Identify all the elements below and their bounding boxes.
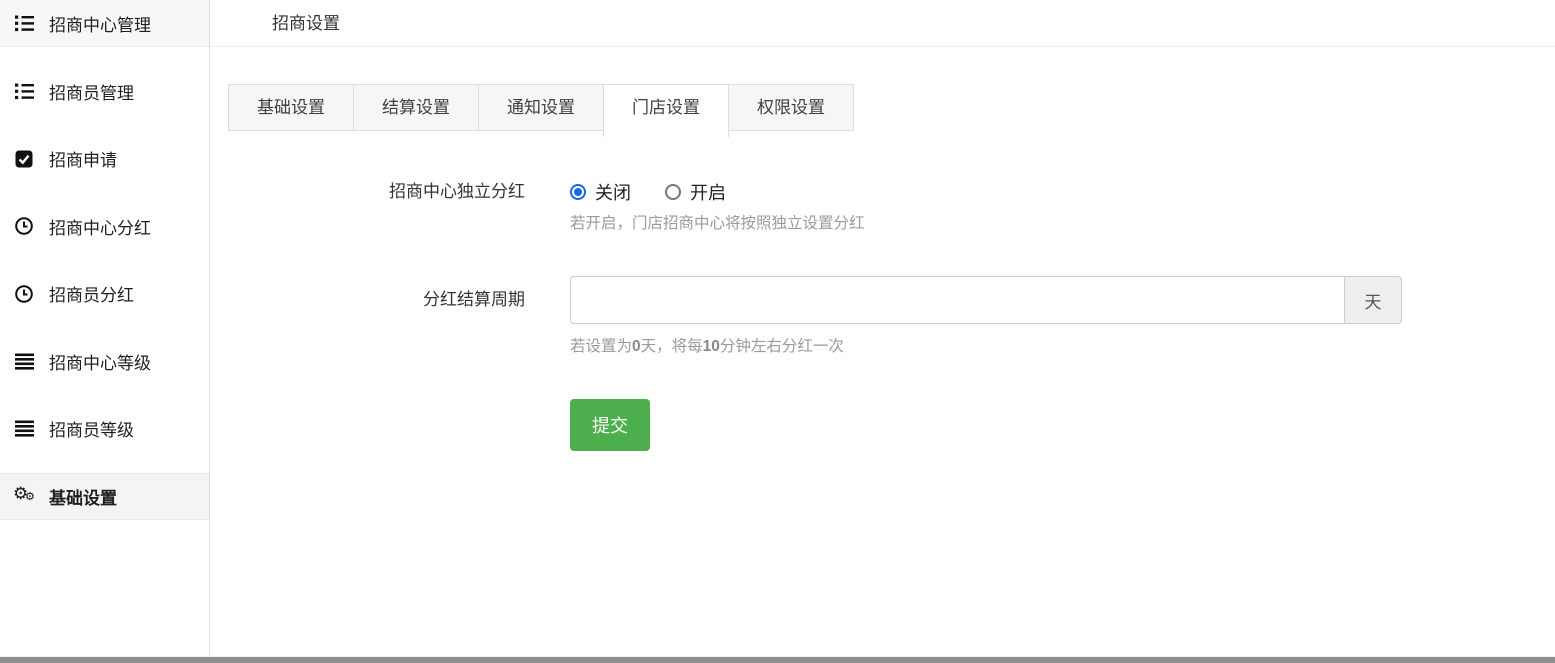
radio-option-label: 关闭 [595, 179, 631, 205]
sidebar-item-label: 招商员管理 [49, 79, 134, 104]
radio-selected-icon[interactable] [570, 184, 586, 200]
settlement-cycle-input[interactable] [570, 276, 1345, 324]
radio-option-close[interactable]: 关闭 [570, 179, 631, 205]
horizontal-scrollbar-thumb[interactable] [0, 657, 1555, 663]
sidebar-item-merchant-center-level[interactable]: 招商中心等级 [0, 338, 209, 385]
page-title: 招商设置 [272, 0, 340, 47]
align-justify-icon [15, 352, 37, 370]
settlement-cycle-label: 分红结算周期 [210, 276, 525, 357]
sidebar-item-label: 招商中心管理 [49, 11, 151, 36]
tab-basic-settings[interactable]: 基础设置 [228, 84, 354, 131]
store-settings-form: 招商中心独立分红 关闭 开启 若开启，门店招商中心将按照独立设置分红 分红结算周… [210, 180, 1555, 451]
sidebar: 招商中心管理 招商员管理 招商申请 招商中心分红 [0, 0, 210, 656]
clock-icon [15, 217, 37, 235]
form-row-submit: 提交 [210, 399, 1555, 451]
sidebar-item-label: 招商员等级 [49, 416, 134, 441]
check-square-icon [15, 150, 37, 168]
form-row-settlement-cycle: 分红结算周期 天 若设置为0天，将每10分钟左右分红一次 [210, 276, 1555, 357]
page-header: 招商设置 [210, 0, 1555, 47]
tab-settlement-settings[interactable]: 结算设置 [353, 84, 479, 131]
independent-dividend-radio-group: 关闭 开启 [570, 180, 865, 204]
radio-unselected-icon[interactable] [665, 184, 681, 200]
list-icon [15, 82, 37, 100]
sidebar-item-label: 招商中心等级 [49, 349, 151, 374]
unit-addon: 天 [1345, 276, 1402, 324]
radio-option-open[interactable]: 开启 [665, 179, 726, 205]
tab-notification-settings[interactable]: 通知设置 [478, 84, 604, 131]
clock-icon [15, 285, 37, 303]
sidebar-item-label: 招商申请 [49, 146, 117, 171]
sidebar-item-merchant-application[interactable]: 招商申请 [0, 135, 209, 182]
gears-icon: ⚙⚙ [15, 487, 37, 505]
tab-permission-settings[interactable]: 权限设置 [728, 84, 854, 131]
main-content: 招商设置 基础设置 结算设置 通知设置 门店设置 权限设置 招商中心独立分红 关… [210, 0, 1555, 656]
sidebar-item-label: 招商中心分红 [49, 214, 151, 239]
form-row-independent-dividend: 招商中心独立分红 关闭 开启 若开启，门店招商中心将按照独立设置分红 [210, 180, 1555, 234]
independent-dividend-help: 若开启，门店招商中心将按照独立设置分红 [570, 213, 865, 234]
sidebar-item-merchant-center-dividend[interactable]: 招商中心分红 [0, 203, 209, 250]
radio-option-label: 开启 [690, 179, 726, 205]
sidebar-item-label: 基础设置 [49, 484, 117, 509]
settings-tabs: 基础设置 结算设置 通知设置 门店设置 权限设置 [228, 84, 1555, 137]
submit-button[interactable]: 提交 [570, 399, 650, 451]
tab-store-settings[interactable]: 门店设置 [603, 84, 729, 137]
sidebar-item-merchant-center-management[interactable]: 招商中心管理 [0, 0, 209, 47]
settlement-cycle-help: 若设置为0天，将每10分钟左右分红一次 [570, 336, 1402, 357]
independent-dividend-label: 招商中心独立分红 [210, 180, 525, 234]
sidebar-item-label: 招商员分红 [49, 281, 134, 306]
sidebar-item-merchant-staff-management[interactable]: 招商员管理 [0, 68, 209, 115]
list-icon [15, 14, 37, 32]
sidebar-item-merchant-staff-dividend[interactable]: 招商员分红 [0, 270, 209, 317]
settlement-cycle-input-group: 天 [570, 276, 1402, 324]
sidebar-item-basic-settings[interactable]: ⚙⚙ 基础设置 [0, 473, 209, 520]
align-justify-icon [15, 420, 37, 438]
horizontal-scrollbar-track[interactable] [0, 656, 1555, 663]
sidebar-item-merchant-staff-level[interactable]: 招商员等级 [0, 405, 209, 452]
